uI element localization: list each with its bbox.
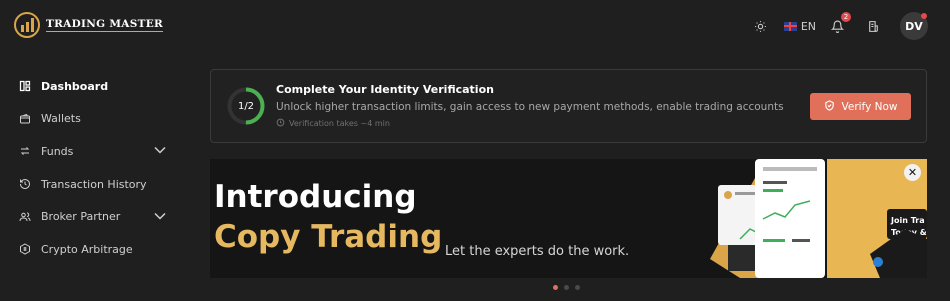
carousel-indicators [553,285,580,290]
language-label: EN [800,19,816,33]
clock-icon [276,118,285,129]
sidebar-item-funds[interactable]: Funds [0,135,190,168]
logo-mark [14,12,40,38]
verification-time-label: Verification takes ~4 min [289,119,390,128]
receipt-icon[interactable] [864,17,882,35]
sidebar-item-broker-partner[interactable]: Broker Partner [0,200,190,233]
verification-title: Complete Your Identity Verification [276,83,494,96]
avatar-initials: DV [905,19,923,33]
topbar-actions: EN 2 DV [752,12,928,40]
chevron-down-icon[interactable] [154,145,166,158]
sidebar: Dashboard Wallets Funds Transaction Hist… [0,70,190,266]
notifications-bell-icon[interactable]: 2 [828,12,851,35]
sidebar-item-wallets[interactable]: Wallets [0,103,190,136]
sidebar-item-crypto-arbitrage[interactable]: Crypto Arbitrage [0,233,190,266]
copy-trading-banner[interactable]: Introducing Copy Trading Let the experts… [210,159,927,278]
shield-check-icon [824,99,835,114]
carousel-dot[interactable] [564,285,569,290]
banner-side-text-1: Join Tra [890,216,925,225]
verification-progress-label: 1/2 [237,100,255,112]
notification-count-badge: 2 [841,12,851,22]
sidebar-item-label: Broker Partner [41,210,121,224]
sidebar-item-label: Dashboard [41,79,109,93]
language-selector[interactable]: EN [783,19,816,33]
app-root: TRADING MASTER EN 2 DV Dashboard Wallets… [0,0,950,301]
verification-progress-ring: 1/2 [226,86,266,126]
verification-description: Unlock higher transaction limits, gain a… [276,101,784,113]
banner-subtitle: Let the experts do the work. [445,244,630,259]
brand-name: TRADING MASTER [46,18,164,32]
verify-now-label: Verify Now [841,100,898,113]
chevron-down-icon[interactable] [154,210,166,223]
crypto-icon [18,242,32,256]
verify-now-button[interactable]: Verify Now [810,93,911,120]
banner-title-line2: Copy Trading [214,219,443,255]
sidebar-item-label: Transaction History [41,177,147,191]
users-icon [18,210,32,224]
sidebar-item-label: Funds [41,144,74,158]
banner-title-line1: Introducing [214,179,417,215]
carousel-dot[interactable] [553,285,558,290]
avatar-status-dot [921,13,927,19]
wallet-icon [18,112,32,126]
close-banner-button[interactable]: ✕ [904,164,921,181]
banner-illustration: Join Tra Today & [710,159,927,278]
uk-flag-icon [783,21,797,31]
sidebar-item-transaction-history[interactable]: Transaction History [0,168,190,201]
identity-verification-card: 1/2 Complete Your Identity Verification … [210,69,927,143]
transfer-icon [18,144,32,158]
verification-time: Verification takes ~4 min [276,118,390,129]
sidebar-item-label: Wallets [41,112,81,126]
user-avatar[interactable]: DV [900,12,928,40]
sidebar-item-dashboard[interactable]: Dashboard [0,70,190,103]
dashboard-icon [18,79,32,93]
theme-toggle-icon[interactable] [752,17,770,35]
sidebar-item-label: Crypto Arbitrage [41,242,133,256]
history-icon [18,177,32,191]
carousel-dot[interactable] [575,285,580,290]
brand-logo[interactable]: TRADING MASTER [14,12,164,38]
